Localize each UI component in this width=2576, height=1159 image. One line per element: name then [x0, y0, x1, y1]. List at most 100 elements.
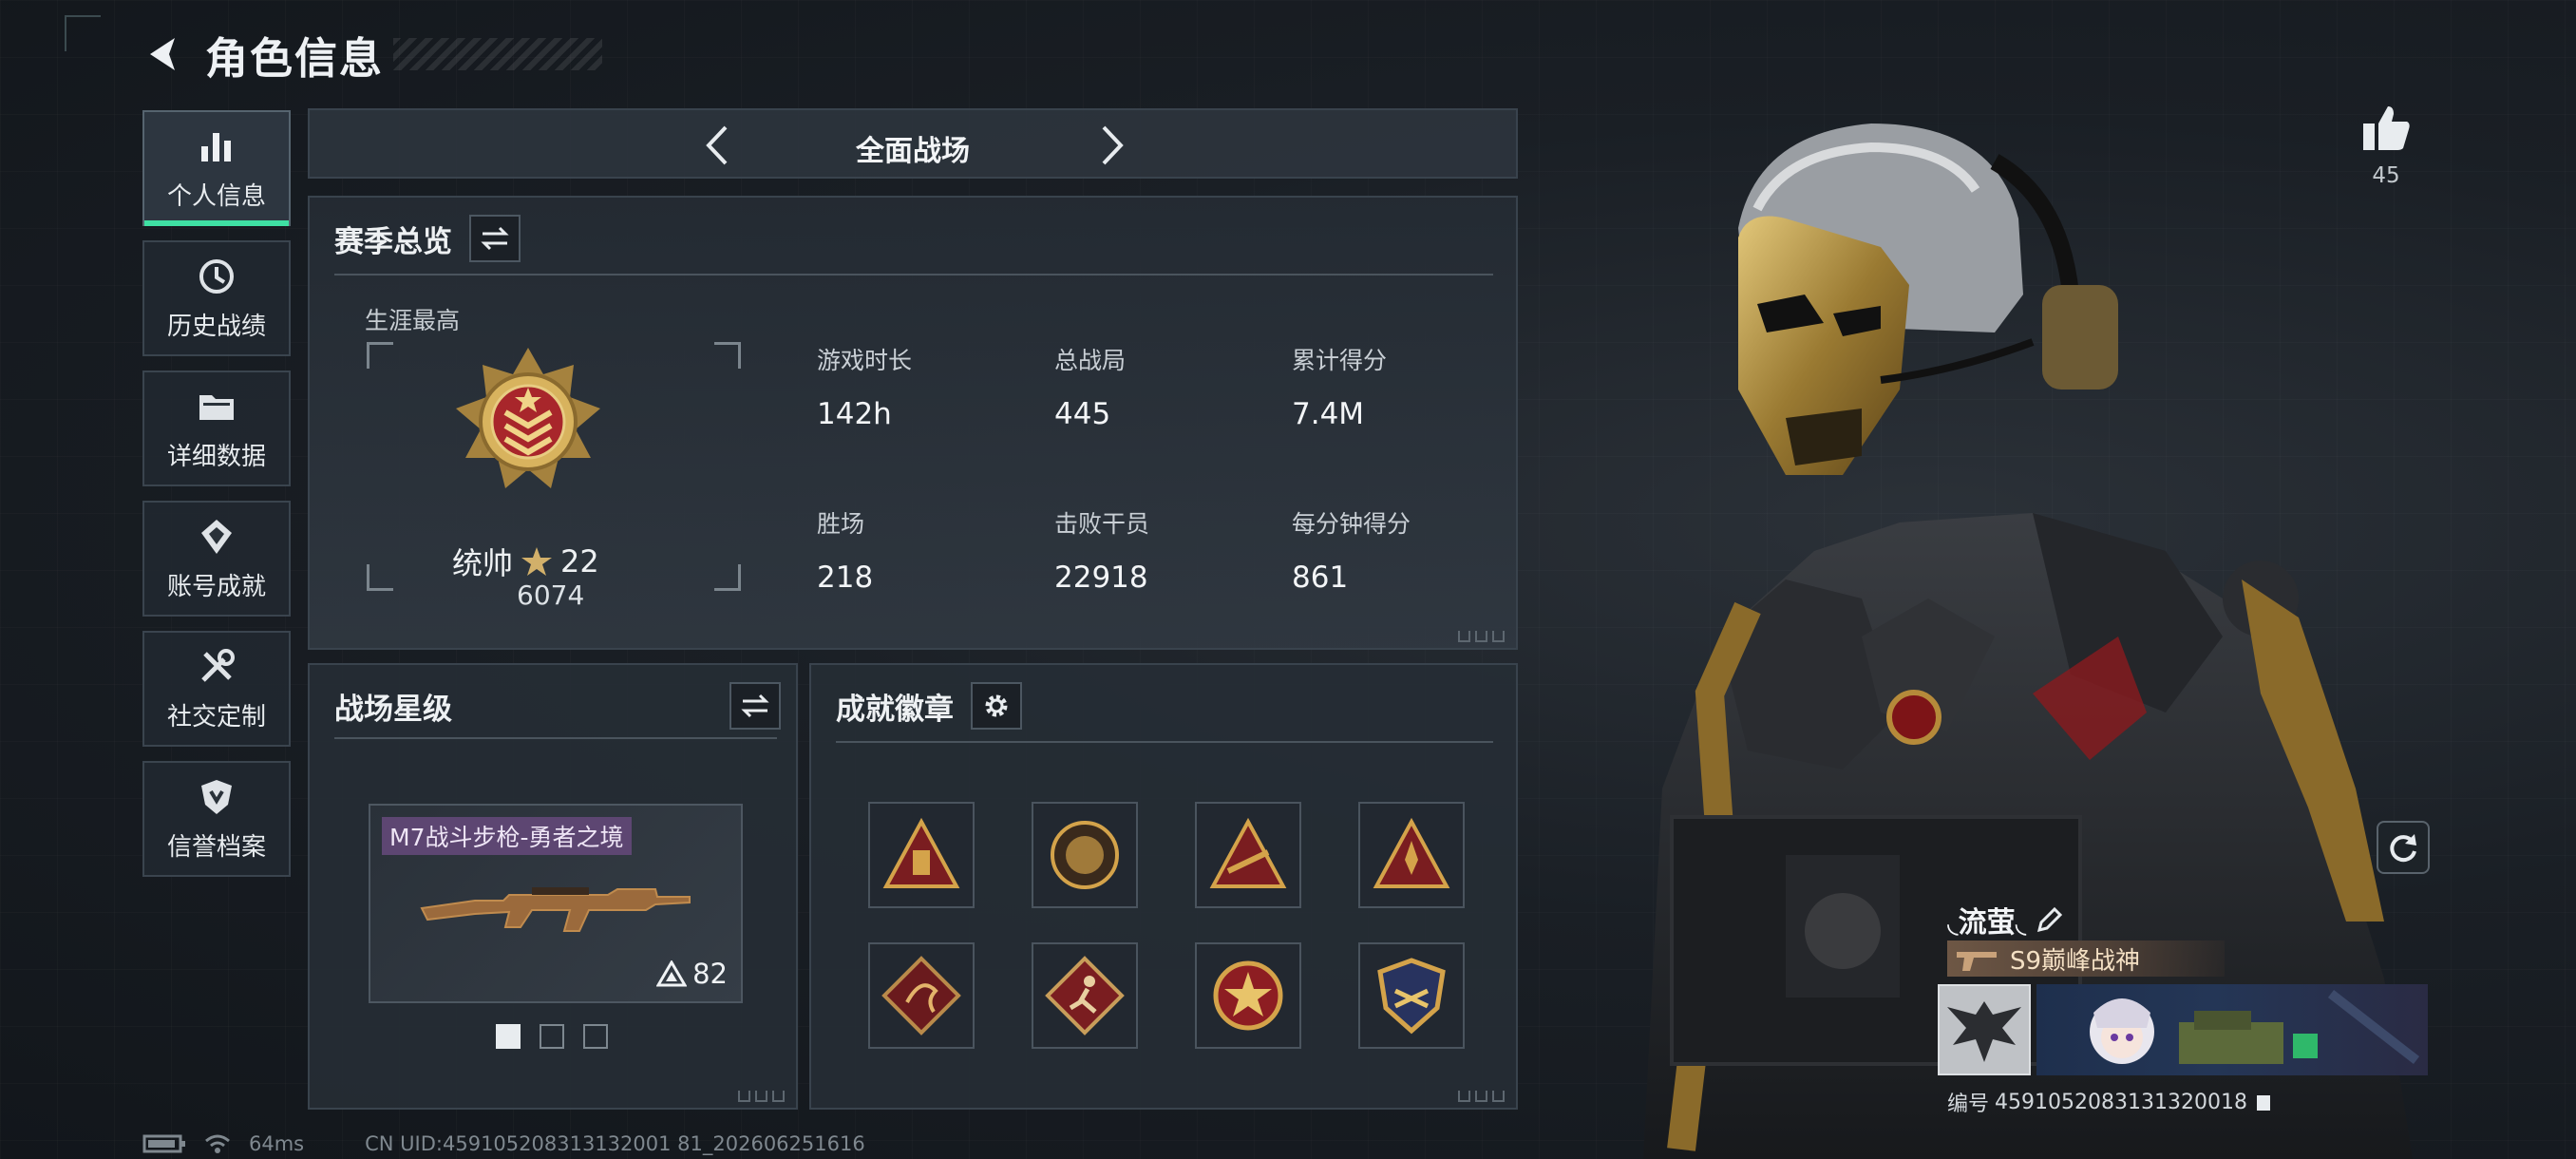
battlefield-star-panel: 战场星级 M7战斗步枪-勇者之境 82 — [308, 663, 798, 1110]
stat-label: 胜场 — [817, 510, 865, 538]
page-dot[interactable] — [540, 1024, 564, 1049]
weapon-level-value: 82 — [692, 958, 728, 990]
player-emblem[interactable] — [1938, 984, 2031, 1075]
weapon-name: M7战斗步枪-勇者之境 — [382, 817, 632, 855]
swap-button[interactable] — [729, 682, 781, 730]
stat-total-score: 累计得分 7.4M — [1292, 342, 1387, 431]
rotate-view-button[interactable] — [2377, 821, 2430, 874]
ping-value: 64ms — [249, 1132, 305, 1155]
medal-icon — [201, 519, 232, 554]
like-widget[interactable]: 45 — [2356, 101, 2416, 188]
dragon-badge-icon — [881, 956, 961, 1036]
achievement-badge[interactable] — [1358, 942, 1465, 1049]
player-name-row: ◟流萤◟ — [1947, 899, 2064, 940]
bar-chart-icon — [201, 132, 231, 162]
corner-decoration — [65, 15, 101, 51]
swap-icon — [741, 694, 769, 718]
uid-text: CN UID:459105208313132001 81_20260625161… — [365, 1132, 865, 1155]
weapon-card[interactable]: M7战斗步枪-勇者之境 82 — [369, 804, 743, 1003]
sidebar: 个人信息 历史战绩 详细数据 账号成就 社交定制 信誉档案 — [142, 110, 291, 891]
panel-corner-decoration — [1458, 1091, 1505, 1102]
player-title-tag: S9巅峰战神 — [1947, 940, 2225, 977]
shield-icon — [201, 779, 232, 814]
clock-history-icon — [199, 258, 234, 294]
stat-total-matches: 总战局 445 — [1054, 342, 1126, 431]
stat-label: 击败干员 — [1054, 510, 1150, 538]
copy-icon[interactable] — [2253, 1092, 2274, 1112]
sidebar-item-credit[interactable]: 信誉档案 — [142, 761, 291, 877]
player-banner[interactable] — [2036, 984, 2428, 1075]
player-id-label: 编号 — [1947, 1092, 1990, 1116]
like-count: 45 — [2372, 163, 2400, 188]
status-bar: 64ms CN UID:459105208313132001 81_202606… — [142, 1132, 865, 1155]
stat-score-per-minute: 每分钟得分 861 — [1292, 505, 1411, 595]
sidebar-item-label: 详细数据 — [166, 442, 266, 471]
star-icon — [521, 547, 553, 576]
stat-label: 累计得分 — [1292, 347, 1388, 374]
sidebar-item-social-custom[interactable]: 社交定制 — [142, 631, 291, 747]
swap-icon — [481, 226, 509, 251]
stat-value: 218 — [817, 560, 874, 595]
gear-icon — [985, 694, 1008, 717]
page-title: 角色信息 — [205, 32, 385, 84]
sidebar-item-personal-info[interactable]: 个人信息 — [142, 110, 291, 226]
page-dot[interactable] — [583, 1024, 608, 1049]
tools-icon — [201, 648, 235, 682]
sidebar-item-history[interactable]: 历史战绩 — [142, 240, 291, 356]
sidebar-item-label: 个人信息 — [166, 181, 266, 211]
runner-badge-icon — [1045, 956, 1125, 1036]
badge-settings-button[interactable] — [971, 682, 1022, 730]
rank-name: 统帅 22 — [452, 540, 599, 583]
rotate-icon — [2390, 834, 2416, 863]
banner-artwork — [2090, 990, 2420, 1064]
page-dot[interactable] — [496, 1024, 521, 1049]
stat-label: 总战局 — [1054, 347, 1127, 374]
sidebar-item-achievements[interactable]: 账号成就 — [142, 501, 291, 617]
achievement-badge[interactable] — [1358, 802, 1465, 908]
swap-button[interactable] — [469, 215, 521, 262]
star-crest-badge-icon — [1213, 960, 1283, 1031]
mode-title: 全面战场 — [856, 135, 970, 168]
achievement-badge[interactable] — [1195, 802, 1301, 908]
page-header: 角色信息 — [142, 21, 603, 87]
triangle-rifle-badge-icon — [1209, 817, 1287, 888]
sidebar-item-label: 社交定制 — [166, 702, 266, 732]
sidebar-item-detailed-data[interactable]: 详细数据 — [142, 370, 291, 486]
triangle-rank-icon — [656, 960, 688, 987]
sidebar-item-label: 历史战绩 — [166, 312, 266, 341]
achievement-badge[interactable] — [868, 942, 975, 1049]
stat-value: 861 — [1292, 560, 1349, 595]
rank-title: 统帅 — [452, 545, 514, 581]
stat-label: 游戏时长 — [817, 347, 913, 374]
folder-icon — [199, 394, 234, 420]
sidebar-item-label: 账号成就 — [166, 572, 266, 601]
achievement-badge[interactable] — [1032, 802, 1138, 908]
weapon-level: 82 — [656, 958, 728, 990]
shield-crest-badge-icon — [1377, 958, 1446, 1035]
pistol-icon — [1957, 952, 1997, 971]
achievement-badge[interactable] — [1032, 942, 1138, 1049]
back-arrow-icon[interactable] — [142, 32, 186, 76]
season-overview-panel: 赛季总览 生涯最高 统帅 22 6074 游戏时长 142h 总战局 445 累… — [308, 196, 1518, 650]
battery-icon — [142, 1134, 185, 1153]
round-badge-icon — [1051, 821, 1119, 889]
stat-value: 7.4M — [1292, 397, 1365, 431]
chevron-right-icon[interactable] — [1085, 120, 1136, 171]
edit-pencil-icon[interactable] — [2036, 905, 2064, 934]
achievement-badge-panel: 成就徽章 — [809, 663, 1518, 1110]
panel-title: 成就徽章 — [836, 692, 954, 727]
wifi-icon — [205, 1134, 230, 1153]
achievement-badge[interactable] — [868, 802, 975, 908]
player-name: ◟流萤◟ — [1947, 906, 2027, 940]
rifle-icon — [420, 887, 691, 932]
achievement-badge[interactable] — [1195, 942, 1301, 1049]
player-id-row: 编号 4591052083131320018 — [1947, 1087, 2274, 1117]
stat-value: 445 — [1054, 397, 1111, 431]
panel-title: 赛季总览 — [334, 224, 452, 259]
panel-title: 战场星级 — [334, 692, 452, 727]
title-decoration — [393, 38, 603, 70]
mode-tab-bar: 全面战场 — [308, 108, 1518, 179]
panel-corner-decoration — [1458, 631, 1505, 642]
player-id: 4591052083131320018 — [1995, 1090, 2247, 1114]
thumbs-up-icon[interactable] — [2359, 101, 2413, 154]
